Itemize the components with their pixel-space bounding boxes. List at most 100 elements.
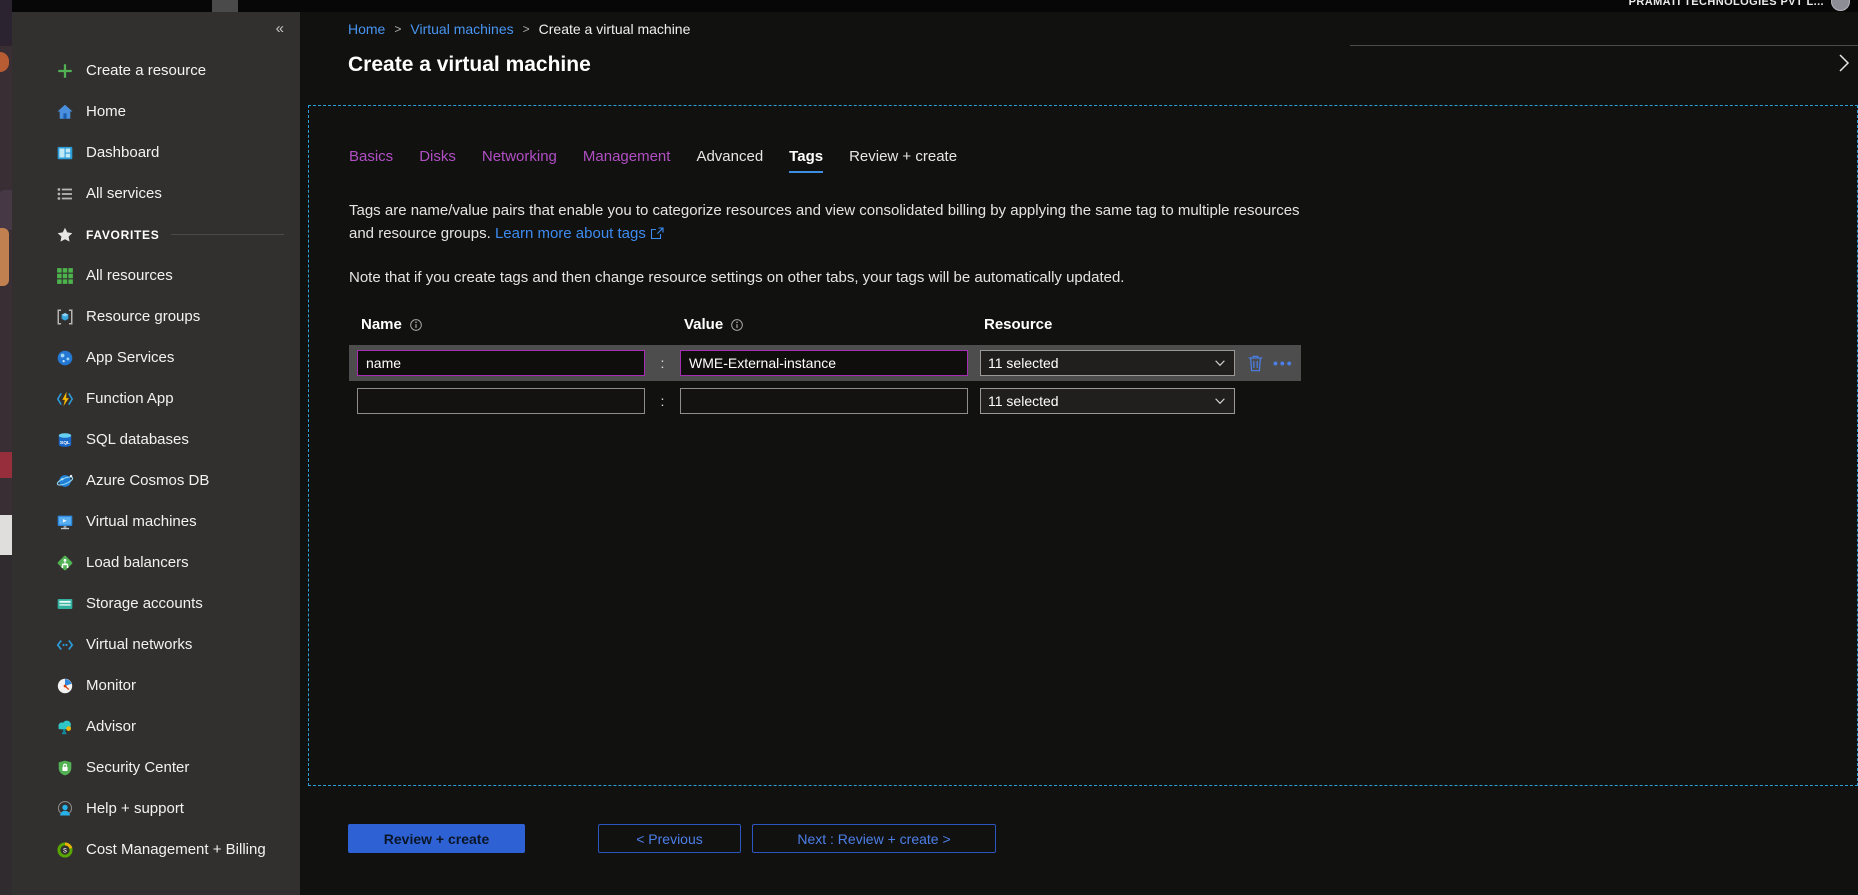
breadcrumb-item-1[interactable]: Virtual machines	[410, 21, 513, 37]
sidebar: « Create a resourceHomeDashboardAll serv…	[12, 12, 300, 895]
sidebar-item-storage-accounts[interactable]: Storage accounts	[12, 583, 300, 624]
sidebar-item-azure-cosmos-db[interactable]: Azure Cosmos DB	[12, 460, 300, 501]
resource-group-icon	[56, 308, 74, 326]
sidebar-item-security-center[interactable]: Security Center	[12, 747, 300, 788]
desktop-fragment	[0, 0, 12, 46]
sidebar-item-resource-groups[interactable]: Resource groups	[12, 296, 300, 337]
column-header-name: Name	[361, 316, 645, 333]
sidebar-item-advisor[interactable]: Advisor	[12, 706, 300, 747]
sidebar-item-all-services[interactable]: All services	[12, 173, 300, 214]
tab-review-create[interactable]: Review + create	[849, 148, 957, 173]
favorites-divider	[171, 234, 284, 235]
trash-icon[interactable]	[1247, 354, 1264, 373]
sidebar-heading-favorites: FAVORITES	[12, 214, 300, 255]
tab-tags[interactable]: Tags	[789, 148, 823, 173]
chevron-down-icon	[1213, 356, 1227, 370]
review-create-button[interactable]: Review + create	[348, 824, 525, 853]
sidebar-item-virtual-networks[interactable]: Virtual networks	[12, 624, 300, 665]
sidebar-item-dashboard[interactable]: Dashboard	[12, 132, 300, 173]
load-balancer-icon	[56, 554, 74, 572]
wizard-tabs: Basics Disks Networking Management Advanced T…	[349, 148, 1857, 173]
desktop-fragment	[0, 515, 12, 555]
colon-separator: :	[645, 393, 680, 409]
help-support-icon	[56, 800, 74, 818]
tags-description-text: Tags are name/value pairs that enable yo…	[349, 202, 1300, 242]
next-button[interactable]: Next : Review + create >	[752, 824, 996, 853]
create-vm-form-panel: Basics Disks Networking Management Advanced T…	[308, 105, 1858, 786]
tab-basics[interactable]: Basics	[349, 148, 393, 173]
desktop-fragment	[0, 190, 12, 230]
svg-text:SQL: SQL	[60, 440, 70, 446]
tag-name-input[interactable]	[357, 350, 645, 376]
tab-networking[interactable]: Networking	[482, 148, 557, 173]
sidebar-item-cost-management[interactable]: sCost Management + Billing	[12, 829, 300, 870]
cost-management-icon: s	[56, 841, 74, 859]
function-app-icon	[56, 390, 74, 408]
tags-note: Note that if you create tags and then ch…	[349, 269, 1857, 286]
breadcrumb: Home > Virtual machines > Create a virtual m…	[348, 21, 690, 37]
security-center-icon	[56, 759, 74, 777]
colon-separator: :	[645, 355, 680, 371]
breadcrumb-separator: >	[394, 22, 401, 36]
chevron-right-icon[interactable]	[1835, 52, 1853, 74]
resource-dropdown[interactable]: 11 selected	[980, 350, 1235, 376]
tag-row: : 11 selected	[349, 383, 1301, 419]
context-pane-divider	[1350, 45, 1858, 46]
sidebar-item-sql-databases[interactable]: SQLSQL databases	[12, 419, 300, 460]
advisor-icon	[56, 718, 74, 736]
sidebar-item-load-balancers[interactable]: Load balancers	[12, 542, 300, 583]
svg-text:s: s	[63, 845, 67, 854]
sidebar-item-app-services[interactable]: App Services	[12, 337, 300, 378]
sidebar-item-virtual-machines[interactable]: Virtual machines	[12, 501, 300, 542]
column-header-resource: Resource	[984, 316, 1235, 333]
tags-description: Tags are name/value pairs that enable yo…	[349, 199, 1304, 245]
desktop-edge-strip	[0, 0, 12, 895]
sidebar-item-function-app[interactable]: Function App	[12, 378, 300, 419]
breadcrumb-item-0[interactable]: Home	[348, 21, 385, 37]
main-area: Home > Virtual machines > Create a virtual m…	[300, 12, 1858, 895]
sidebar-item-create-a-resource[interactable]: Create a resource	[12, 50, 300, 91]
tab-disks[interactable]: Disks	[419, 148, 456, 173]
dashboard-icon	[56, 144, 74, 162]
info-icon[interactable]	[409, 318, 423, 332]
sidebar-item-home[interactable]: Home	[12, 91, 300, 132]
resource-dropdown[interactable]: 11 selected	[980, 388, 1235, 414]
virtual-machine-icon	[56, 513, 74, 531]
sql-database-icon: SQL	[56, 431, 74, 449]
sidebar-item-help-support[interactable]: Help + support	[12, 788, 300, 829]
top-bar: PRAMATI TECHNOLOGIES PVT L...	[12, 0, 1858, 12]
tags-table-rows: : 11 selected •••: 11 selected	[349, 345, 1857, 419]
azure-portal-screen: PRAMATI TECHNOLOGIES PVT L... « Create a…	[0, 0, 1858, 895]
cosmos-db-icon	[56, 472, 74, 490]
breadcrumb-item-2: Create a virtual machine	[539, 21, 691, 37]
sidebar-item-all-resources[interactable]: All resources	[12, 255, 300, 296]
tag-value-input[interactable]	[680, 388, 968, 414]
learn-more-link[interactable]: Learn more about tags	[495, 225, 664, 242]
desktop-fragment	[0, 52, 9, 72]
desktop-fragment	[0, 228, 9, 286]
ellipsis-icon[interactable]: •••	[1273, 358, 1294, 368]
sidebar-item-monitor[interactable]: Monitor	[12, 665, 300, 706]
info-icon[interactable]	[730, 318, 744, 332]
browser-tab-fragment	[212, 0, 238, 12]
breadcrumb-separator: >	[523, 22, 530, 36]
chevron-down-icon	[1213, 394, 1227, 408]
collapse-sidebar-icon[interactable]: «	[276, 20, 284, 37]
tag-name-input[interactable]	[357, 388, 645, 414]
previous-button[interactable]: < Previous	[598, 824, 741, 853]
star-icon	[56, 226, 74, 244]
tag-value-input[interactable]	[680, 350, 968, 376]
storage-account-icon	[56, 595, 74, 613]
tab-advanced[interactable]: Advanced	[696, 148, 763, 173]
virtual-network-icon	[56, 636, 74, 654]
user-avatar[interactable]	[1831, 0, 1850, 11]
plus-icon	[56, 62, 74, 80]
tags-table: NameValueResource : 11 selected •••: 11 sel…	[349, 316, 1857, 419]
tags-table-headers: NameValueResource	[349, 316, 1857, 333]
wizard-footer: Review + create < Previous Next : Review…	[348, 824, 996, 853]
tag-row: : 11 selected •••	[349, 345, 1301, 381]
page-title: Create a virtual machine	[348, 53, 591, 77]
desktop-fragment	[0, 555, 12, 895]
sidebar-items: Create a resourceHomeDashboardAll servic…	[12, 50, 300, 870]
tab-management[interactable]: Management	[583, 148, 671, 173]
